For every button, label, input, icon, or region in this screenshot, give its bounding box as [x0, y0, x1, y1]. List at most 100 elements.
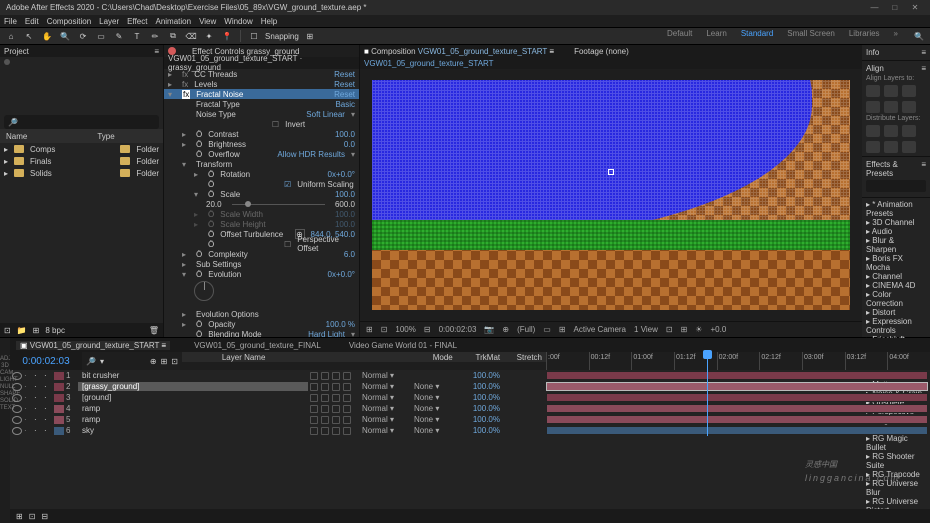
switch-icon[interactable]: [310, 372, 318, 380]
solo-icon[interactable]: ·: [34, 393, 42, 402]
prop-blending-mode[interactable]: ÖBlending ModeHard Light▾: [164, 329, 359, 337]
switch-icon[interactable]: [332, 427, 340, 435]
workspace-standard[interactable]: Standard: [741, 29, 773, 43]
timeline-tab[interactable]: Video Game World 01 - FINAL: [345, 341, 461, 350]
prop-overflow[interactable]: ÖOverflowAllow HDR Results▾: [164, 149, 359, 159]
project-item[interactable]: ▸ Comps Folder: [0, 143, 163, 155]
new-comp-icon[interactable]: ⊞: [33, 326, 40, 335]
filter-icon[interactable]: ▾: [100, 357, 104, 366]
lock-icon[interactable]: ·: [24, 393, 32, 402]
prop-scale-width[interactable]: ▸ÖScale Width100.0: [164, 209, 359, 219]
menu-view[interactable]: View: [199, 17, 216, 26]
align-left-icon[interactable]: [866, 85, 880, 97]
visibility-icon[interactable]: [12, 427, 22, 435]
workspace-more-icon[interactable]: »: [894, 29, 898, 43]
grp-evolution-options[interactable]: ▸Evolution Options: [164, 309, 359, 319]
stretch-value[interactable]: 100.0%: [456, 404, 500, 413]
close-button[interactable]: ✕: [906, 3, 924, 12]
stretch-value[interactable]: 100.0%: [456, 393, 500, 402]
label-swatch[interactable]: [54, 416, 64, 424]
switch-icon[interactable]: [321, 383, 329, 391]
viewer[interactable]: [360, 69, 862, 321]
ep-category[interactable]: ▸ Channel: [866, 272, 926, 281]
layer-bar-track[interactable]: [546, 414, 930, 425]
menu-edit[interactable]: Edit: [25, 17, 39, 26]
workspace-small[interactable]: Small Screen: [787, 29, 835, 43]
layer-duration-bar[interactable]: [546, 371, 928, 380]
layer-bar-track[interactable]: [546, 381, 930, 392]
timeline-tab[interactable]: ▣ VGW01_05_ground_texture_START ≡: [16, 341, 170, 350]
layer-bar-track[interactable]: [546, 425, 930, 436]
switch-icon[interactable]: [321, 416, 329, 424]
label-swatch[interactable]: [54, 383, 64, 391]
solo-icon[interactable]: ·: [34, 371, 42, 380]
align-right-icon[interactable]: [902, 85, 916, 97]
layer-duration-bar[interactable]: [546, 393, 928, 402]
stretch-value[interactable]: 100.0%: [456, 382, 500, 391]
prop-brightness[interactable]: ▸ÖBrightness0.0: [164, 139, 359, 149]
lock-col-icon[interactable]: ·: [44, 426, 52, 435]
anchor-point-icon[interactable]: [608, 169, 614, 175]
switch-icon[interactable]: [332, 383, 340, 391]
track-matte[interactable]: None ▾: [414, 382, 454, 391]
visibility-icon[interactable]: [12, 405, 22, 413]
strip-button[interactable]: SHAPE: [0, 391, 10, 397]
search-icon[interactable]: 🔎: [86, 357, 96, 366]
layer-name[interactable]: bit crusher: [78, 371, 308, 380]
maximize-button[interactable]: □: [886, 3, 904, 12]
layer-duration-bar[interactable]: [546, 426, 928, 435]
switch-icon[interactable]: [310, 416, 318, 424]
prop-perspective-offset[interactable]: Ö☐Perspective Offset: [164, 239, 359, 249]
col-name[interactable]: Name: [6, 132, 27, 141]
brush-tool-icon[interactable]: ✏: [148, 29, 162, 43]
puppet-tool-icon[interactable]: 📍: [220, 29, 234, 43]
twirl-icon[interactable]: ▸: [4, 169, 8, 178]
visibility-icon[interactable]: [12, 394, 22, 402]
col-type[interactable]: Type: [97, 132, 114, 141]
strip-button[interactable]: SOLID: [0, 398, 10, 404]
alpha-icon[interactable]: ⊡: [381, 325, 388, 334]
shy-icon[interactable]: ⊕: [150, 357, 157, 366]
fx-fractal-noise[interactable]: ▾fxFractal NoiseReset: [164, 89, 359, 99]
dist-icon[interactable]: [884, 125, 898, 137]
snapping-checkbox[interactable]: ☐: [247, 29, 261, 43]
channel-icon[interactable]: ⊕: [502, 325, 509, 334]
prop-contrast[interactable]: ▸ÖContrast100.0: [164, 129, 359, 139]
switch-icon[interactable]: [321, 372, 329, 380]
layer-name[interactable]: sky: [78, 426, 308, 435]
graph-icon[interactable]: ⊞: [161, 357, 168, 366]
blend-mode[interactable]: Normal ▾: [362, 415, 412, 424]
lock-col-icon[interactable]: ·: [44, 404, 52, 413]
menu-composition[interactable]: Composition: [47, 17, 91, 26]
lock-col-icon[interactable]: ·: [44, 393, 52, 402]
label-swatch[interactable]: [54, 372, 64, 380]
orbit-tool-icon[interactable]: ⟳: [76, 29, 90, 43]
hand-tool-icon[interactable]: ✋: [40, 29, 54, 43]
new-folder-icon[interactable]: 📁: [17, 326, 27, 335]
ep-category[interactable]: ▸ Blur & Sharpen: [866, 236, 926, 254]
delete-icon[interactable]: 🗑: [149, 326, 159, 335]
layer-row[interactable]: ···4rampNormal ▾None ▾100.0%: [10, 403, 930, 414]
grp-transform[interactable]: ▾Transform: [164, 159, 359, 169]
stretch-value[interactable]: 100.0%: [456, 415, 500, 424]
strip-button[interactable]: NULL: [0, 384, 10, 390]
stretch-value[interactable]: 100.0%: [456, 371, 500, 380]
resolution-icon[interactable]: ⊟: [424, 325, 431, 334]
menu-effect[interactable]: Effect: [127, 17, 147, 26]
layer-row[interactable]: ···2[grassy_ground]Normal ▾None ▾100.0%: [10, 381, 930, 392]
toggle-in-out-icon[interactable]: ⊟: [41, 512, 48, 521]
layer-bar-track[interactable]: [546, 403, 930, 414]
layer-duration-bar[interactable]: [546, 382, 928, 391]
strip-button[interactable]: TEXT: [0, 405, 10, 411]
switch-icon[interactable]: [321, 405, 329, 413]
pen-tool-icon[interactable]: ✎: [112, 29, 126, 43]
view-dropdown[interactable]: 1 View: [634, 325, 658, 334]
project-search[interactable]: 🔎: [4, 115, 159, 129]
canvas[interactable]: [372, 80, 850, 310]
label-swatch[interactable]: [54, 394, 64, 402]
col-mode[interactable]: Mode: [433, 353, 468, 362]
layer-name[interactable]: [ground]: [78, 393, 308, 402]
solo-icon[interactable]: ·: [34, 404, 42, 413]
info-tab[interactable]: Info: [866, 48, 879, 57]
rectangle-tool-icon[interactable]: ▭: [94, 29, 108, 43]
